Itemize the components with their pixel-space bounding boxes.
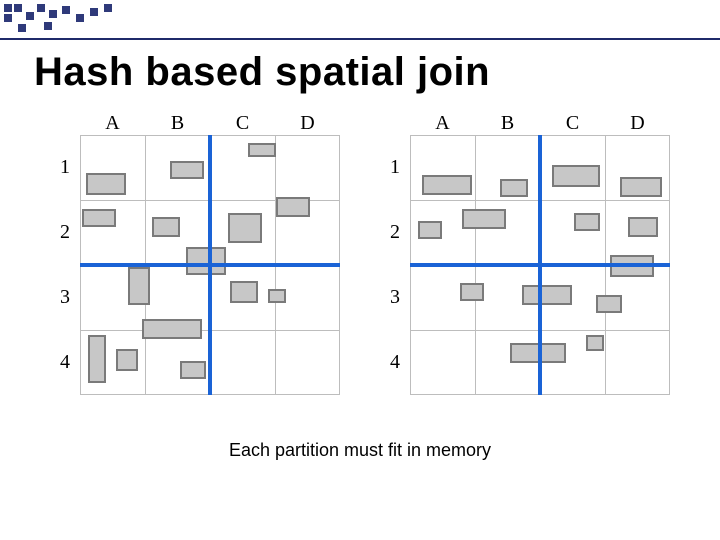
row-label: 4 — [380, 330, 410, 395]
hash-grid — [80, 135, 340, 395]
spatial-object — [462, 209, 506, 229]
decoration-square — [49, 10, 57, 18]
row-label: 1 — [50, 135, 80, 200]
decoration-square — [104, 4, 112, 12]
col-label: A — [410, 112, 475, 135]
spatial-object — [596, 295, 622, 313]
decoration-square — [26, 12, 34, 20]
spatial-object — [586, 335, 604, 351]
partition-horizontal-line — [80, 263, 340, 267]
row-labels: 1234 — [50, 135, 80, 395]
spatial-object — [152, 217, 180, 237]
spatial-object — [228, 213, 262, 243]
spatial-object — [276, 197, 310, 217]
column-labels: ABCD — [80, 112, 340, 135]
spatial-object — [500, 179, 528, 197]
spatial-object — [86, 173, 126, 195]
col-label: C — [540, 112, 605, 135]
spatial-object — [230, 281, 258, 303]
col-label: B — [475, 112, 540, 135]
spatial-object — [88, 335, 106, 383]
spatial-object — [628, 217, 658, 237]
title-underline — [0, 38, 720, 40]
decoration-square — [44, 22, 52, 30]
hash-grid — [410, 135, 670, 395]
spatial-object — [574, 213, 600, 231]
row-label: 4 — [50, 330, 80, 395]
spatial-object — [422, 175, 472, 195]
decoration-square — [4, 4, 12, 12]
slide-caption: Each partition must fit in memory — [0, 440, 720, 461]
col-label: C — [210, 112, 275, 135]
row-label: 2 — [50, 200, 80, 265]
decoration-square — [37, 4, 45, 12]
spatial-object — [460, 283, 484, 301]
col-label: D — [605, 112, 670, 135]
row-label: 2 — [380, 200, 410, 265]
spatial-object — [82, 209, 116, 227]
decoration-square — [76, 14, 84, 22]
spatial-grid-right: ABCD1234 — [380, 112, 670, 395]
spatial-object — [142, 319, 202, 339]
spatial-object — [248, 143, 276, 157]
spatial-object — [522, 285, 572, 305]
spatial-object — [116, 349, 138, 371]
decoration-square — [62, 6, 70, 14]
decoration-square — [14, 4, 22, 12]
spatial-object — [552, 165, 600, 187]
row-label: 3 — [50, 265, 80, 330]
spatial-object — [268, 289, 286, 303]
decoration-square — [4, 14, 12, 22]
spatial-grid-left: ABCD1234 — [50, 112, 340, 395]
column-labels: ABCD — [410, 112, 670, 135]
partition-horizontal-line — [410, 263, 670, 267]
slide-title: Hash based spatial join — [34, 50, 490, 95]
col-label: B — [145, 112, 210, 135]
col-label: A — [80, 112, 145, 135]
row-label: 3 — [380, 265, 410, 330]
spatial-grids-container: ABCD1234ABCD1234 — [50, 112, 670, 395]
col-label: D — [275, 112, 340, 135]
decoration-square — [90, 8, 98, 16]
spatial-object — [418, 221, 442, 239]
row-labels: 1234 — [380, 135, 410, 395]
spatial-object — [170, 161, 204, 179]
spatial-object — [180, 361, 206, 379]
spatial-object — [128, 267, 150, 305]
decoration-square — [18, 24, 26, 32]
row-label: 1 — [380, 135, 410, 200]
spatial-object — [620, 177, 662, 197]
spatial-object — [186, 247, 226, 275]
slide-corner-decoration — [4, 4, 124, 38]
